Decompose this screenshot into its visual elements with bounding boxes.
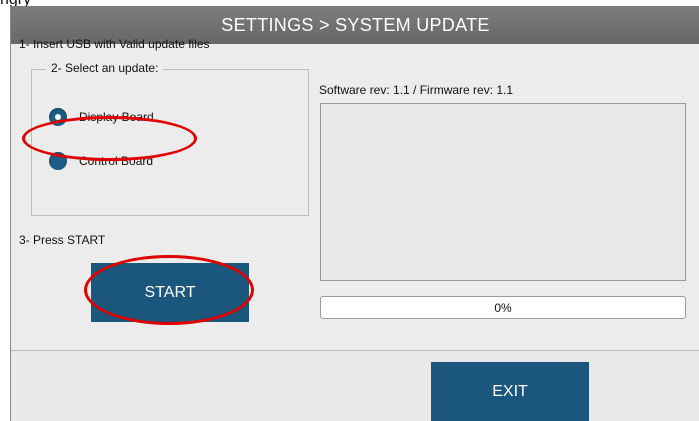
radio-unselected-icon[interactable] — [49, 152, 67, 170]
step-insert-usb-label: 1- Insert USB with Valid update files — [19, 37, 210, 51]
radio-display-board[interactable]: Display Board — [49, 108, 154, 126]
radio-selected-icon[interactable] — [49, 108, 67, 126]
start-button[interactable]: START — [91, 263, 249, 322]
system-update-window: SETTINGS > SYSTEM UPDATE 1- Insert USB w… — [10, 6, 699, 421]
exit-button[interactable]: EXIT — [431, 362, 589, 421]
update-log-area — [320, 103, 686, 281]
progress-bar: 0% — [320, 296, 686, 319]
revision-info: Software rev: 1.1 / Firmware rev: 1.1 — [319, 83, 514, 97]
update-select-legend: 2- Select an update: — [46, 61, 164, 75]
radio-display-board-label: Display Board — [79, 110, 154, 124]
progress-percent-label: 0% — [494, 300, 512, 315]
update-select-group: 2- Select an update: Display Board Contr… — [31, 61, 309, 216]
radio-control-board-label: Control Board — [79, 154, 154, 168]
step-press-start-label: 3- Press START — [19, 233, 106, 247]
radio-control-board[interactable]: Control Board — [49, 152, 153, 170]
